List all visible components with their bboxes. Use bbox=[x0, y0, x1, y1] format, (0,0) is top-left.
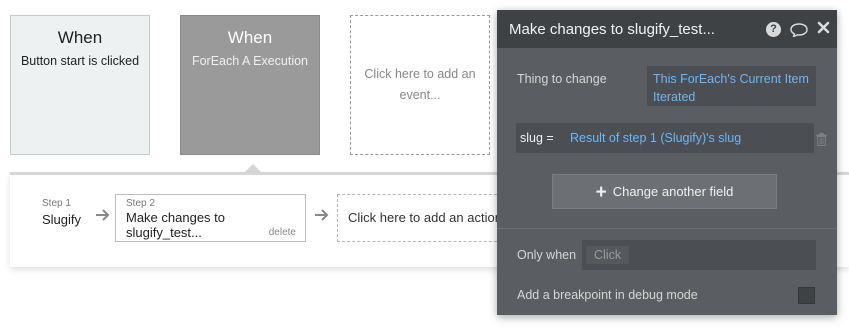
plus-icon: + bbox=[595, 182, 607, 203]
event-subtitle: Button start is clicked bbox=[20, 54, 140, 68]
breakpoint-checkbox[interactable] bbox=[798, 287, 815, 304]
help-icon[interactable]: ? bbox=[766, 22, 781, 37]
add-event-placeholder[interactable]: Click here to add an event... bbox=[350, 15, 490, 155]
add-event-label: Click here to add an event... bbox=[364, 67, 476, 102]
event-card-button-start[interactable]: When Button start is clicked bbox=[10, 15, 150, 155]
event-title: When bbox=[57, 28, 103, 47]
action-editor-panel: Make changes to slugify_test... ? Thing … bbox=[497, 10, 837, 315]
field-value-expression[interactable]: Result of step 1 (Slugify)'s slug bbox=[570, 131, 741, 145]
comment-icon[interactable] bbox=[790, 23, 808, 40]
close-icon[interactable] bbox=[817, 19, 830, 39]
event-title: When bbox=[227, 28, 273, 47]
thing-to-change-value[interactable]: This ForEach's Current Item Iterated bbox=[647, 66, 816, 106]
field-row-slug[interactable]: slug = Result of step 1 (Slugify)'s slug bbox=[516, 123, 814, 153]
event-subtitle: ForEach A Execution bbox=[191, 54, 309, 68]
change-another-field-button[interactable]: + Change another field bbox=[552, 174, 777, 209]
field-key: slug = bbox=[520, 131, 554, 145]
panel-divider bbox=[497, 228, 837, 229]
step-label: Step 1 bbox=[42, 198, 71, 209]
arrow-right-icon bbox=[96, 208, 110, 226]
delete-step-link[interactable]: delete bbox=[269, 227, 296, 238]
change-another-field-label: Change another field bbox=[612, 184, 734, 199]
step-name: Slugify bbox=[42, 212, 82, 227]
only-when-input[interactable]: Click bbox=[582, 240, 816, 270]
step-2[interactable]: Step 2 Make changes to slugify_test... d… bbox=[115, 194, 306, 242]
add-action-button[interactable]: Click here to add an action bbox=[337, 194, 507, 242]
thing-to-change-label: Thing to change bbox=[517, 72, 607, 86]
add-action-label: Click here to add an action bbox=[348, 210, 502, 225]
step-label: Step 2 bbox=[126, 198, 155, 209]
only-when-placeholder: Click bbox=[586, 246, 630, 264]
arrow-right-icon bbox=[315, 208, 329, 226]
only-when-label: Only when bbox=[517, 248, 577, 262]
event-card-foreach[interactable]: When ForEach A Execution bbox=[180, 15, 320, 155]
panel-title: Make changes to slugify_test... bbox=[509, 21, 715, 38]
panel-header: Make changes to slugify_test... ? bbox=[497, 10, 837, 48]
trash-icon[interactable] bbox=[816, 133, 827, 146]
step-1[interactable]: Step 1 Slugify bbox=[42, 198, 81, 227]
breakpoint-label: Add a breakpoint in debug mode bbox=[517, 288, 698, 302]
